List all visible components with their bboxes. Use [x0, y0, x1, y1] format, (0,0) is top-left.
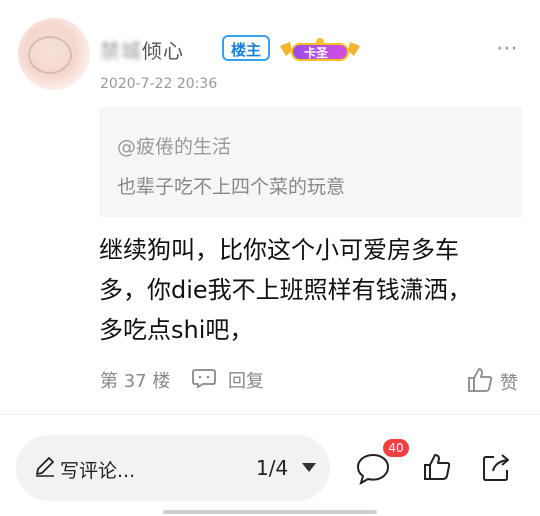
more-icon[interactable]: ⋯ — [496, 36, 520, 61]
write-comment-input[interactable]: 写评论... — [60, 456, 135, 483]
home-indicator — [163, 510, 377, 514]
quoted-text: 也辈子吃不上四个菜的玩意 — [117, 176, 346, 198]
share-icon[interactable] — [480, 452, 512, 484]
quoted-username[interactable]: @疲倦的生活 — [117, 132, 231, 159]
comment-line: 继续狗叫，比你这个小可爱房多车 — [99, 236, 459, 264]
page-indicator[interactable]: 1/4 — [256, 456, 288, 480]
comment-count-badge: 40 — [383, 439, 409, 457]
comment-line: 多，你die我不上班照样有钱潇洒， — [99, 276, 472, 304]
chevron-down-icon[interactable] — [302, 463, 316, 472]
username-text: 倾心 — [142, 39, 184, 63]
rank-badge-label: 卡圣 — [304, 46, 329, 60]
reply-bubble-icon[interactable] — [192, 368, 216, 388]
comment-content: 继续狗叫，比你这个小可爱房多车 多，你die我不上班照样有钱潇洒， 多吃点shi… — [99, 230, 524, 350]
username-blurred: 禁城 — [100, 39, 142, 63]
thumbs-up-icon[interactable] — [466, 366, 494, 394]
avatar-sketch — [28, 36, 72, 74]
username[interactable]: 禁城倾心 — [100, 35, 184, 64]
comment-bubble-icon[interactable] — [355, 452, 391, 486]
like-button[interactable]: 赞 — [500, 369, 518, 395]
post-date: 2020-7-22 20:36 — [100, 76, 218, 92]
thumbs-up-icon[interactable] — [422, 452, 452, 482]
pen-icon — [36, 457, 54, 477]
reply-button[interactable]: 回复 — [228, 367, 264, 393]
floor-number: 第 37 楼 — [100, 371, 171, 392]
divider — [0, 414, 540, 415]
comment-line: 多吃点shi吧， — [99, 316, 254, 344]
owner-badge: 楼主 — [222, 35, 271, 61]
quoted-comment[interactable] — [99, 107, 522, 217]
